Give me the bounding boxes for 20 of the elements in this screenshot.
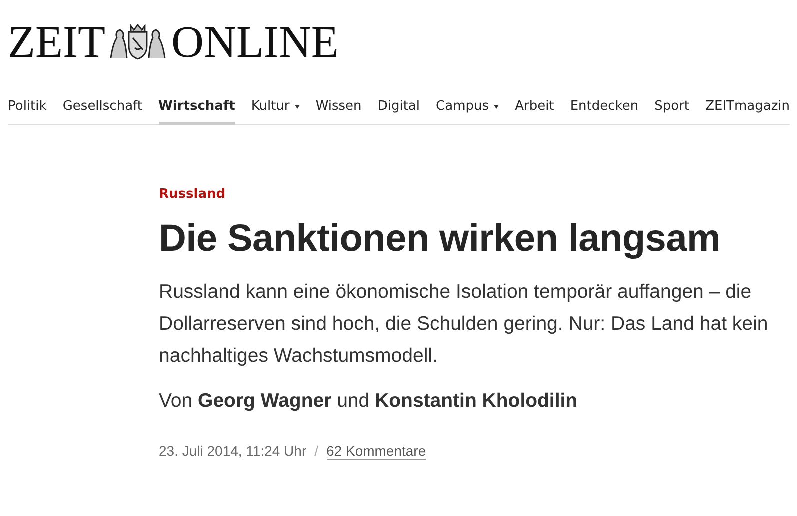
article-byline: Von Georg Wagner und Konstantin Kholodilin xyxy=(159,390,579,413)
article-headline: Die Sanktionen wirken langsam xyxy=(159,217,722,262)
nav-link[interactable]: Gesellschaft xyxy=(62,91,142,125)
nav-link[interactable]: Digital xyxy=(378,91,420,125)
nav-link[interactable]: Wirtschaft xyxy=(158,91,236,125)
nav-link[interactable]: Politik xyxy=(8,91,47,125)
comments-link[interactable]: 62 Kommentare xyxy=(326,443,426,460)
nav-link[interactable]: Wissen xyxy=(316,91,362,125)
nav-link[interactable]: ZEITmagazin xyxy=(706,91,790,125)
article-summary: Russland kann eine ökonomische Isolation temporär auffangen – die Dollarreserven sind hoch, die Schulden gering. Nur: Das Land hat kein nachhaltiges Wachstumsmodell. xyxy=(159,280,770,369)
nav-link[interactable]: Kultur xyxy=(251,91,300,125)
article-kicker: Russland xyxy=(159,187,227,202)
publish-date: 23. Juli 2014, 11:24 Uhr xyxy=(159,443,307,460)
nav-link[interactable]: Arbeit xyxy=(515,91,554,125)
logo-text: ZEIT xyxy=(8,20,106,64)
logo-text: ONLINE xyxy=(171,20,339,64)
nav-link[interactable]: Entdecken xyxy=(570,91,639,125)
separator-text: / xyxy=(314,443,319,460)
nav-link[interactable]: Sport xyxy=(654,91,690,125)
nav-link[interactable]: Campus xyxy=(436,91,500,125)
